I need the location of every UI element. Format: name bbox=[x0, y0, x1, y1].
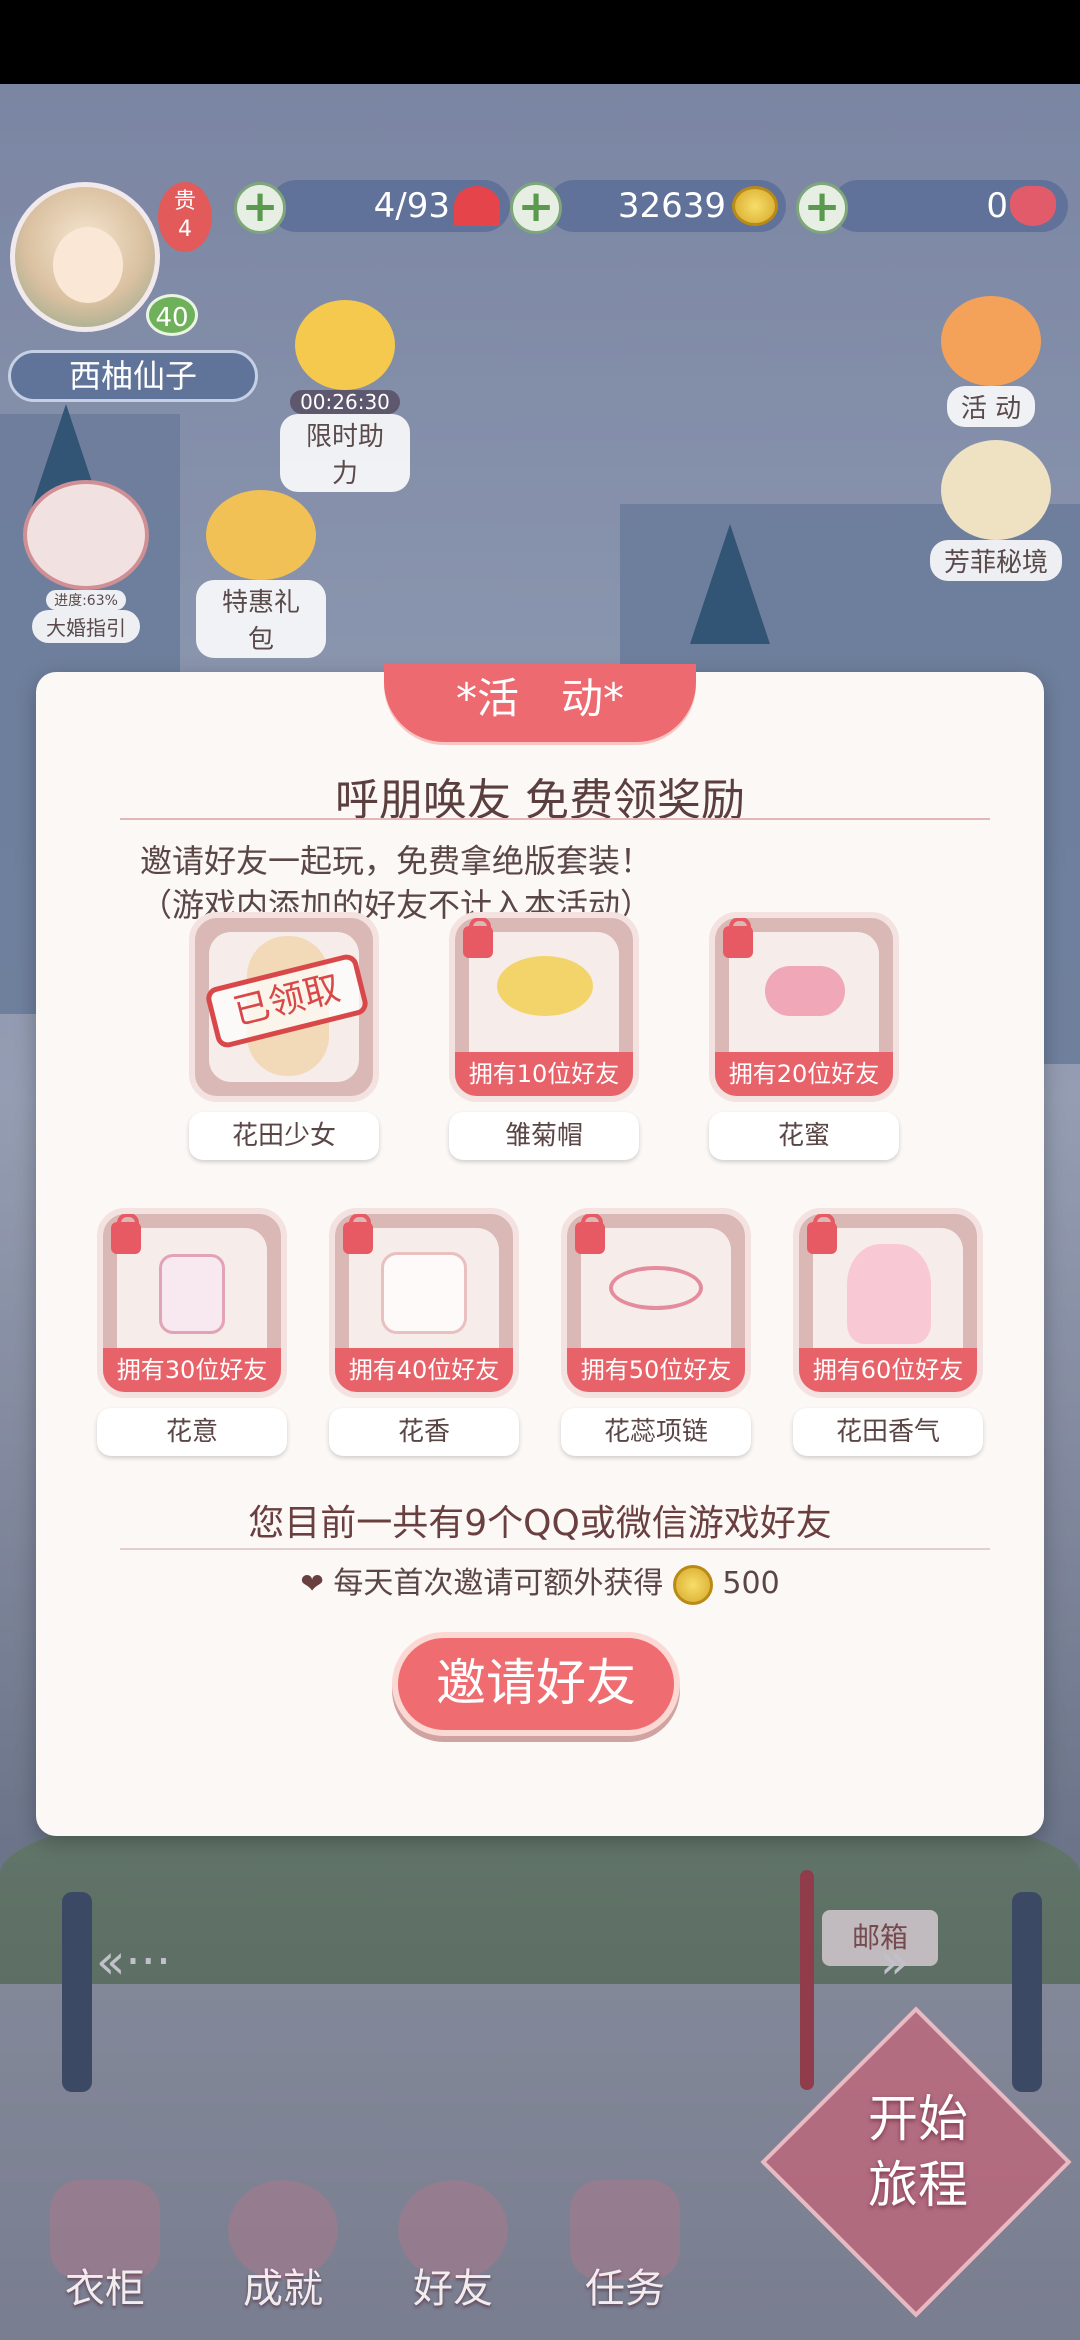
reward-box: 拥有20位好友 bbox=[709, 912, 899, 1102]
wedding-label: 大婚指引 bbox=[32, 610, 140, 643]
gift-chick-icon bbox=[295, 300, 395, 390]
fragrance-realm-button[interactable]: 芳菲秘境 bbox=[926, 440, 1066, 581]
lock-icon bbox=[807, 1214, 837, 1254]
reward-box: 拥有50位好友 bbox=[561, 1208, 751, 1398]
reward-requirement: 拥有40位好友 bbox=[335, 1348, 513, 1392]
heart-icon: ❤ bbox=[300, 1567, 324, 1600]
big-wedding-button[interactable]: 进度:63% 大婚指引 bbox=[16, 480, 156, 643]
reward-name: 花田香气 bbox=[793, 1408, 983, 1456]
vip-badge[interactable]: 贵 4 bbox=[158, 182, 212, 252]
activity-label: 活 动 bbox=[946, 386, 1036, 427]
shoes-icon bbox=[765, 966, 845, 1016]
reward-item[interactable]: 拥有60位好友 花田香气 bbox=[793, 1208, 983, 1456]
reward-item[interactable]: 拥有20位好友 花蜜 bbox=[709, 912, 899, 1160]
reward-item[interactable]: 拥有30位好友 花意 bbox=[97, 1208, 287, 1456]
necklace-icon bbox=[609, 1266, 703, 1310]
player-avatar[interactable] bbox=[10, 182, 160, 332]
nav-friends[interactable]: 好友 bbox=[388, 2180, 518, 2314]
lock-icon bbox=[723, 918, 753, 958]
player-name: 西柚仙子 bbox=[8, 350, 258, 402]
lock-icon bbox=[343, 1214, 373, 1254]
nav-achievements[interactable]: 成就 bbox=[218, 2180, 348, 2314]
heart-icon bbox=[454, 186, 500, 226]
reward-requirement: 拥有30位好友 bbox=[103, 1348, 281, 1392]
coin-icon bbox=[732, 186, 778, 226]
flower-icon bbox=[941, 440, 1051, 540]
straw-hat-icon bbox=[497, 956, 593, 1016]
gem-icon bbox=[1010, 186, 1056, 226]
reward-name: 花香 bbox=[329, 1408, 519, 1456]
reward-requirement: 拥有10位好友 bbox=[455, 1052, 633, 1096]
fragrance-realm-label: 芳菲秘境 bbox=[929, 540, 1062, 581]
dress-icon bbox=[847, 1244, 931, 1344]
friend-count: 您目前一共有9个QQ或微信游戏好友 bbox=[248, 1503, 832, 1544]
reward-box: 拥有60位好友 bbox=[793, 1208, 983, 1398]
lock-icon bbox=[111, 1214, 141, 1254]
add-coins-button[interactable]: + bbox=[510, 182, 562, 234]
add-gems-button[interactable]: + bbox=[796, 182, 848, 234]
limited-help-button[interactable]: 00:26:30 限时助力 bbox=[280, 300, 410, 492]
count-divider bbox=[120, 1548, 990, 1550]
limited-help-timer: 00:26:30 bbox=[290, 390, 400, 414]
wedding-progress: 进度:63% bbox=[46, 590, 126, 610]
reward-requirement: 拥有20位好友 bbox=[715, 1052, 893, 1096]
stamina-value: 4/93 bbox=[373, 186, 450, 226]
level-badge: 40 bbox=[146, 294, 198, 336]
invite-friends-button[interactable]: 邀请好友 bbox=[392, 1632, 680, 1736]
blouse-icon bbox=[381, 1252, 467, 1334]
dialog-tab: *活 动* bbox=[384, 664, 696, 742]
reward-item[interactable]: 拥有10位好友 雏菊帽 bbox=[449, 912, 639, 1160]
daily-bonus-amount: 500 bbox=[722, 1566, 780, 1601]
nav-tasks[interactable]: 任务 bbox=[560, 2180, 690, 2314]
activity-button[interactable]: 活 动 bbox=[926, 296, 1056, 427]
reward-requirement: 拥有60位好友 bbox=[799, 1348, 977, 1392]
nav-achievements-label: 成就 bbox=[243, 2266, 323, 2312]
avatar-face bbox=[53, 227, 123, 303]
coin-icon bbox=[672, 1564, 713, 1605]
lock-icon bbox=[463, 918, 493, 958]
reward-name: 花意 bbox=[97, 1408, 287, 1456]
start-journey-label[interactable]: 开始 旅程 bbox=[828, 2086, 1008, 2218]
start-journey-line2: 旅程 bbox=[868, 2156, 968, 2214]
nav-tasks-label: 任务 bbox=[585, 2266, 665, 2312]
status-bar bbox=[0, 0, 1080, 84]
reward-name: 雏菊帽 bbox=[449, 1112, 639, 1160]
socks-icon bbox=[159, 1254, 225, 1334]
reward-box: 拥有10位好友 bbox=[449, 912, 639, 1102]
invite-activity-dialog: *活 动* 呼朋唤友 免费领奖励 邀请好友一起玩，免费拿绝版套装！ （游戏内添加… bbox=[36, 664, 1044, 1836]
special-pack-label: 特惠礼包 bbox=[196, 580, 326, 658]
reward-name: 花田少女 bbox=[189, 1112, 379, 1160]
lock-icon bbox=[575, 1214, 605, 1254]
daily-bonus-text: 每天首次邀请可额外获得 bbox=[333, 1566, 664, 1601]
special-pack-button[interactable]: 特惠礼包 bbox=[196, 490, 326, 658]
reward-name: 花蕊项链 bbox=[561, 1408, 751, 1456]
reward-box: 拥有30位好友 bbox=[97, 1208, 287, 1398]
dialog-description: 邀请好友一起玩，免费拿绝版套装！ bbox=[140, 842, 653, 880]
add-stamina-button[interactable]: + bbox=[234, 182, 286, 234]
reward-item[interactable]: 拥有50位好友 花蕊项链 bbox=[561, 1208, 751, 1456]
coins-value: 32639 bbox=[617, 186, 726, 226]
title-divider bbox=[120, 818, 990, 820]
nav-wardrobe-label: 衣柜 bbox=[65, 2266, 145, 2312]
daily-bonus: ❤ 每天首次邀请可额外获得 500 bbox=[36, 1562, 1044, 1606]
reward-requirement: 拥有50位好友 bbox=[567, 1348, 745, 1392]
nav-wardrobe[interactable]: 衣柜 bbox=[40, 2180, 170, 2314]
reward-item[interactable]: 拥有40位好友 花香 bbox=[329, 1208, 519, 1456]
reward-box: 拥有40位好友 bbox=[329, 1208, 519, 1398]
gems-value: 0 bbox=[986, 186, 1008, 226]
nav-friends-label: 好友 bbox=[413, 2266, 493, 2312]
start-journey-line1: 开始 bbox=[868, 2090, 968, 2148]
reward-item[interactable]: 已领取 花田少女 bbox=[189, 912, 379, 1160]
reward-name: 花蜜 bbox=[709, 1112, 899, 1160]
wedding-dress-icon bbox=[23, 480, 149, 590]
limited-help-label: 限时助力 bbox=[280, 414, 410, 492]
balloons-icon bbox=[941, 296, 1041, 386]
reward-box: 已领取 bbox=[189, 912, 379, 1102]
pack-chick-icon bbox=[206, 490, 316, 580]
